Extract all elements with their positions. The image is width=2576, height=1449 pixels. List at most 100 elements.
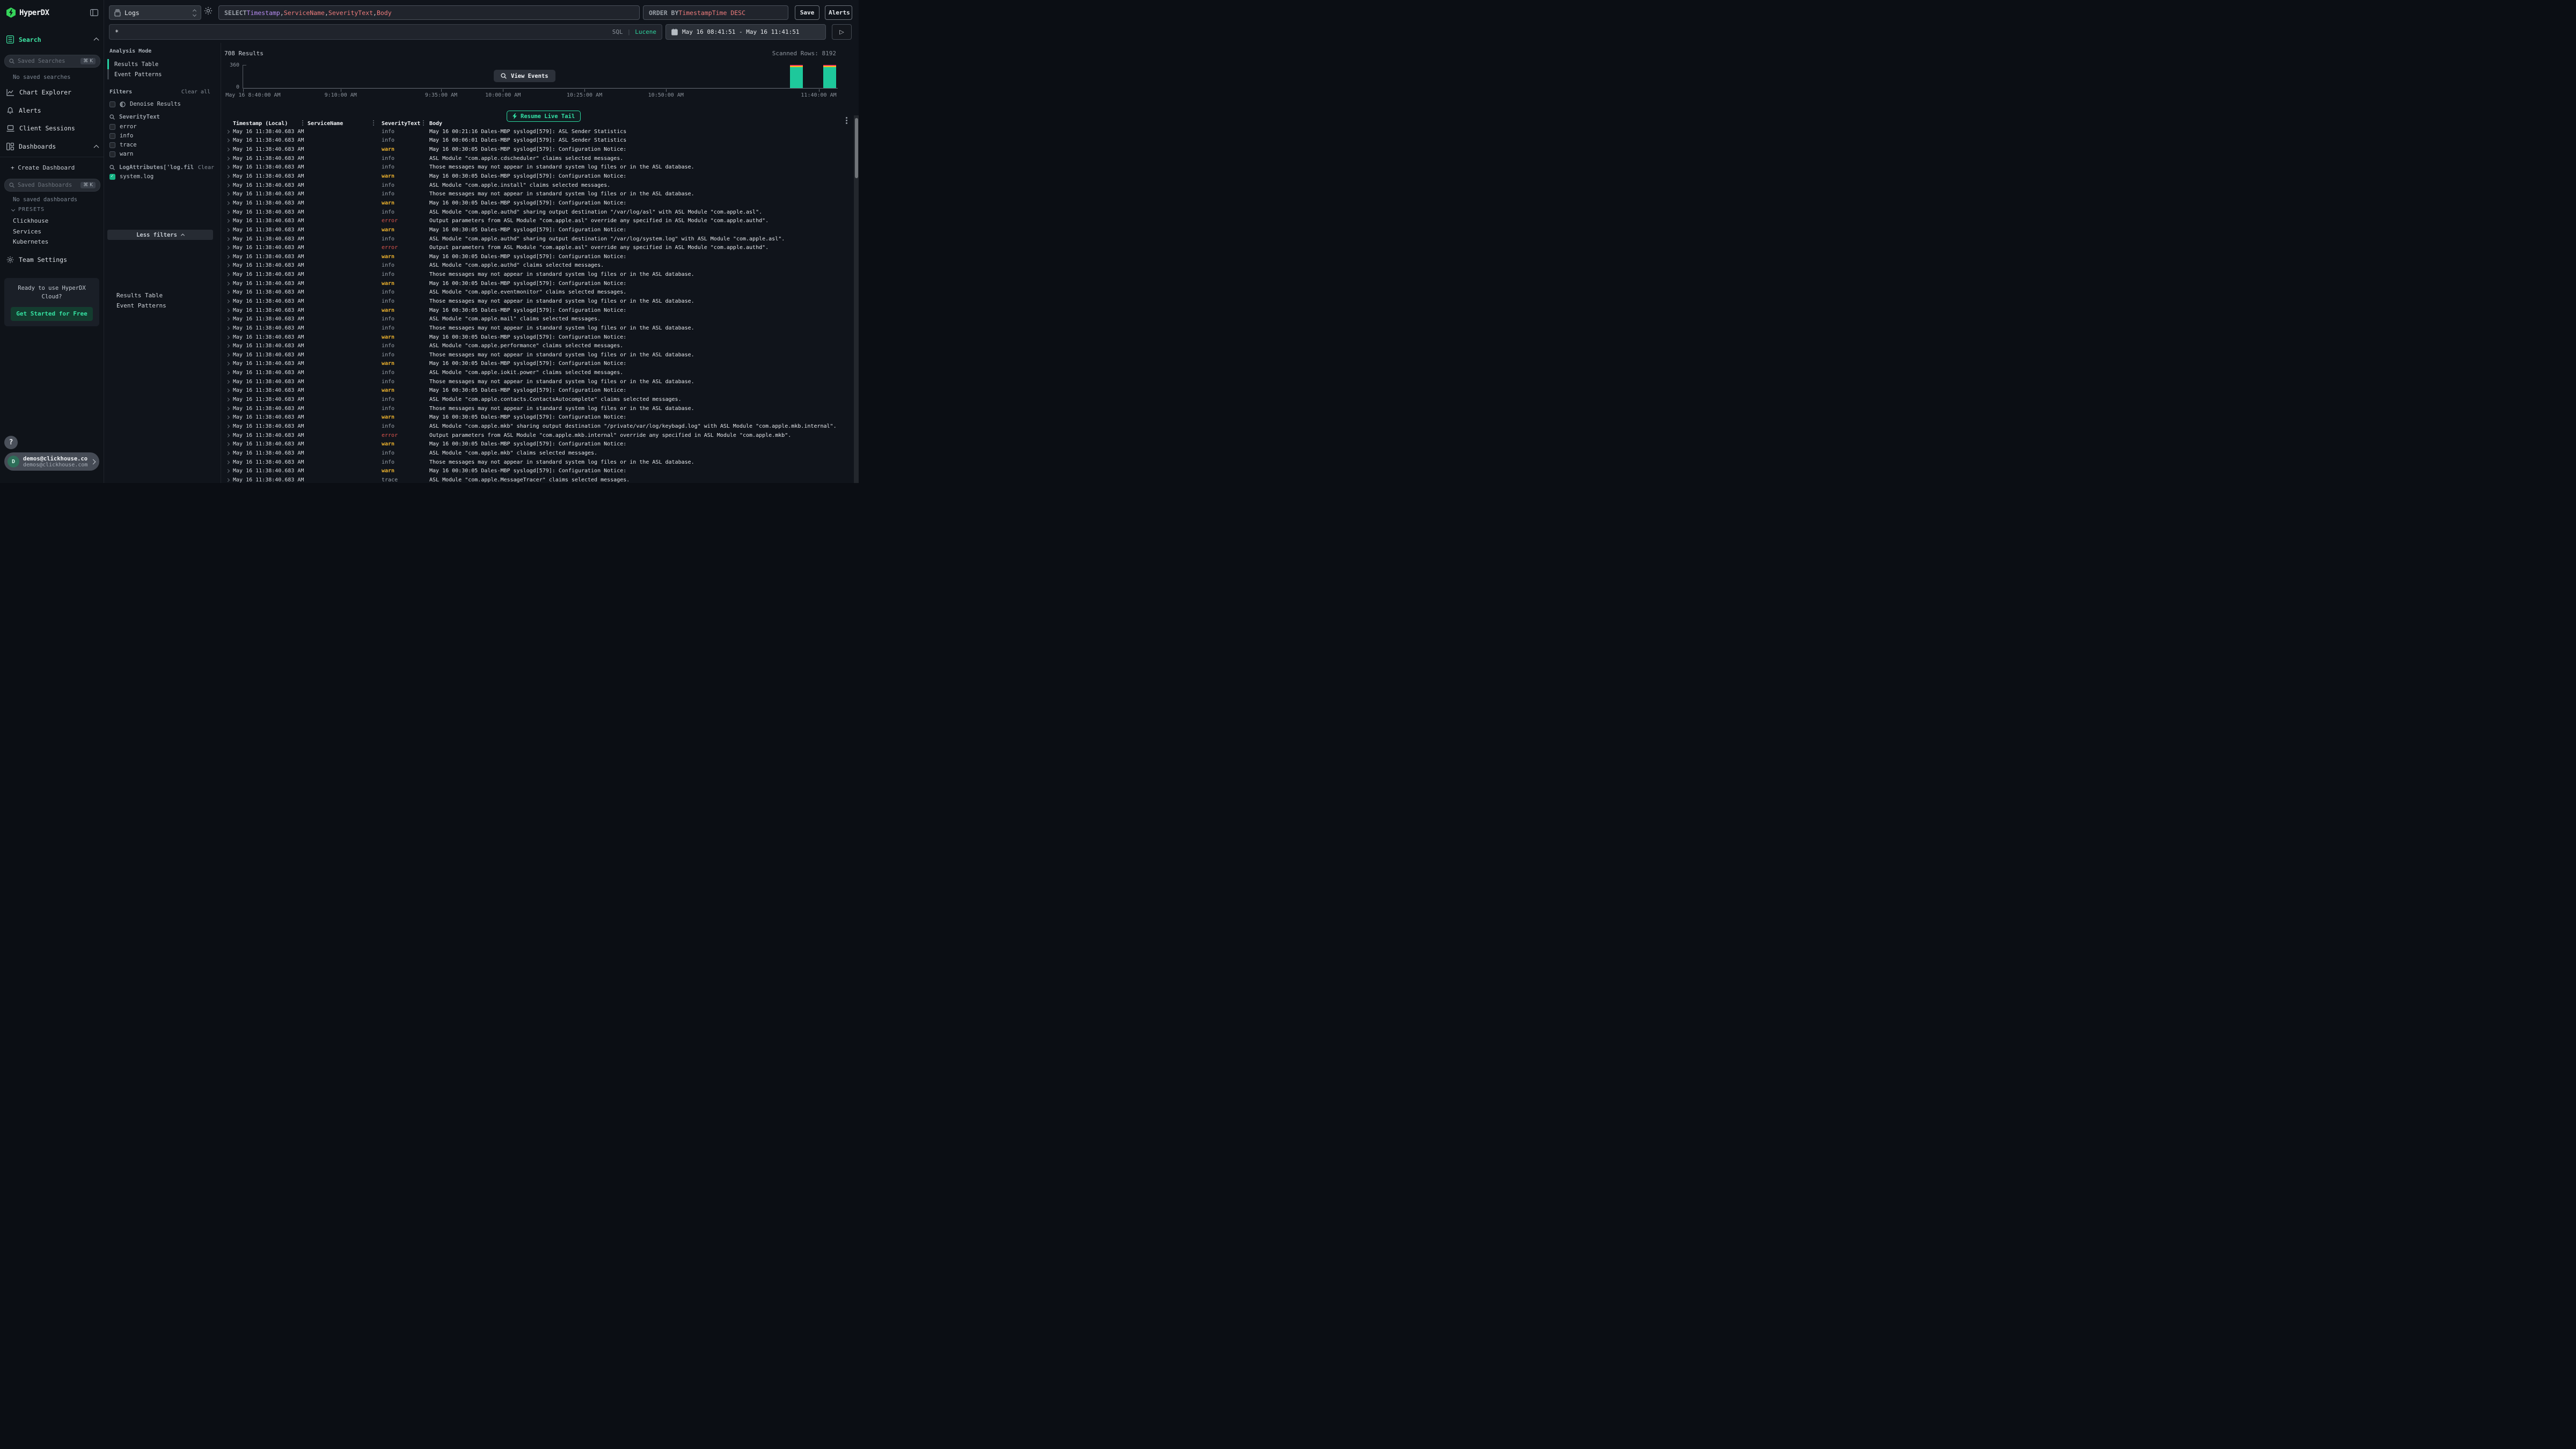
expand-row-icon[interactable] [224, 209, 233, 215]
expand-row-icon[interactable] [224, 433, 233, 438]
table-row[interactable]: May 16 11:38:40.683 AM warn May 16 00:30… [221, 225, 859, 235]
saved-searches-input[interactable]: Saved Searches ⌘ K [4, 55, 100, 68]
expand-row-icon[interactable] [224, 191, 233, 197]
expand-row-icon[interactable] [224, 352, 233, 358]
expand-row-icon[interactable] [224, 245, 233, 251]
col-timestamp[interactable]: Timestamp (Local) [233, 121, 308, 127]
query-settings-gear-icon[interactable] [204, 6, 213, 15]
logfile-group-header[interactable]: LogAttributes['log.file.nam Clear [109, 163, 214, 172]
expand-row-icon[interactable] [224, 370, 233, 376]
table-row[interactable]: May 16 11:38:40.683 AM info ASL Module "… [221, 368, 859, 377]
get-started-button[interactable]: Get Started for Free [11, 307, 93, 321]
preset-dashboard-link[interactable]: Event Patterns [116, 302, 166, 309]
expand-row-icon[interactable] [224, 477, 233, 483]
severity-group-header[interactable]: SeverityText [109, 113, 214, 121]
table-row[interactable]: May 16 11:38:40.683 AM info Those messag… [221, 324, 859, 333]
scrollbar-thumb[interactable] [855, 118, 858, 178]
clear-all-link[interactable]: Clear all [181, 89, 210, 95]
table-row[interactable]: May 16 11:38:40.683 AM warn May 16 00:30… [221, 252, 859, 261]
expand-row-icon[interactable] [224, 218, 233, 224]
chevron-up-icon[interactable] [94, 38, 99, 43]
run-query-button[interactable]: ▷ [832, 24, 852, 40]
table-row[interactable]: May 16 11:38:40.683 AM warn May 16 00:30… [221, 360, 859, 369]
preset-dashboard-link[interactable]: Services [13, 228, 41, 235]
select-columns-input[interactable]: SELECT Timestamp, ServiceName, SeverityT… [218, 5, 640, 20]
filter-option[interactable]: info [109, 131, 214, 140]
source-select[interactable]: Logs [109, 5, 201, 20]
table-row[interactable]: May 16 11:38:40.683 AM info ASL Module "… [221, 208, 859, 217]
table-row[interactable]: May 16 11:38:40.683 AM info ASL Module "… [221, 449, 859, 458]
filter-checkbox[interactable] [109, 124, 115, 130]
table-row[interactable]: May 16 11:38:40.683 AM info Those messag… [221, 270, 859, 279]
expand-row-icon[interactable] [224, 308, 233, 313]
language-toggle-sql[interactable]: SQL [612, 28, 623, 35]
table-row[interactable]: May 16 11:38:40.683 AM warn May 16 00:30… [221, 306, 859, 315]
filter-checkbox[interactable] [109, 142, 115, 148]
column-resize-handle[interactable] [302, 120, 303, 126]
expand-row-icon[interactable] [224, 316, 233, 322]
expand-row-icon[interactable] [224, 298, 233, 304]
help-button[interactable]: ? [4, 436, 18, 449]
expand-row-icon[interactable] [224, 289, 233, 295]
sidebar-collapse-icon[interactable] [90, 9, 98, 16]
analysis-mode-results-table[interactable]: Results Table [107, 59, 209, 69]
expand-row-icon[interactable] [224, 137, 233, 143]
table-scrollbar[interactable] [854, 115, 859, 483]
expand-row-icon[interactable] [224, 414, 233, 420]
expand-row-icon[interactable] [224, 379, 233, 385]
search-query-input[interactable]: * SQL | Lucene [109, 24, 662, 40]
expand-row-icon[interactable] [224, 397, 233, 402]
expand-row-icon[interactable] [224, 262, 233, 268]
table-row[interactable]: May 16 11:38:40.683 AM info May 16 00:06… [221, 136, 859, 145]
filter-checkbox[interactable] [109, 151, 115, 157]
clear-group-link[interactable]: Clear [198, 165, 214, 171]
less-filters-button[interactable]: Less filters [107, 230, 213, 240]
expand-row-icon[interactable] [224, 361, 233, 367]
table-row[interactable]: May 16 11:38:40.683 AM info ASL Module "… [221, 235, 859, 244]
chevron-up-icon[interactable] [94, 144, 99, 150]
table-row[interactable]: May 16 11:38:40.683 AM warn May 16 00:30… [221, 413, 859, 422]
expand-row-icon[interactable] [224, 423, 233, 429]
sidebar-item-alerts[interactable]: Alerts [6, 106, 98, 114]
expand-row-icon[interactable] [224, 147, 233, 152]
view-events-button[interactable]: View Events [494, 70, 555, 82]
table-row[interactable]: May 16 11:38:40.683 AM info ASL Module "… [221, 422, 859, 431]
expand-row-icon[interactable] [224, 200, 233, 206]
saved-dashboards-input[interactable]: Saved Dashboards ⌘ K [4, 179, 100, 192]
analysis-mode-event-patterns[interactable]: Event Patterns [107, 69, 209, 79]
expand-row-icon[interactable] [224, 272, 233, 277]
preset-dashboard-link[interactable]: Kubernetes [13, 238, 48, 245]
expand-row-icon[interactable] [224, 325, 233, 331]
table-row[interactable]: May 16 11:38:40.683 AM warn May 16 00:30… [221, 466, 859, 475]
table-row[interactable]: May 16 11:38:40.683 AM info Those messag… [221, 297, 859, 306]
expand-row-icon[interactable] [224, 450, 233, 456]
chart-bar[interactable] [823, 65, 836, 88]
col-body[interactable]: Body [429, 121, 859, 127]
save-button[interactable]: Save [795, 5, 819, 20]
table-options-kebab-icon[interactable] [846, 117, 847, 124]
table-row[interactable]: May 16 11:38:40.683 AM warn May 16 00:30… [221, 199, 859, 208]
expand-row-icon[interactable] [224, 227, 233, 233]
filter-option[interactable]: trace [109, 141, 214, 149]
chart-bar[interactable] [790, 65, 803, 88]
user-menu[interactable]: D demos@clickhouse.com demos@clickhouse.… [4, 452, 99, 471]
sidebar-item-team-settings[interactable]: Team Settings [6, 256, 98, 264]
table-row[interactable]: May 16 11:38:40.683 AM info Those messag… [221, 377, 859, 386]
sidebar-item-search[interactable]: Search [6, 35, 98, 43]
sidebar-item-chart-explorer[interactable]: Chart Explorer [6, 89, 98, 96]
expand-row-icon[interactable] [224, 129, 233, 135]
expand-row-icon[interactable] [224, 406, 233, 412]
table-row[interactable]: May 16 11:38:40.683 AM warn May 16 00:30… [221, 386, 859, 396]
time-range-picker[interactable]: May 16 08:41:51 - May 16 11:41:51 [665, 24, 826, 40]
filter-option[interactable]: error [109, 122, 214, 131]
col-severitytext[interactable]: SeverityText [382, 121, 429, 127]
denoise-results-option[interactable]: Denoise Results [109, 100, 214, 108]
sidebar-item-dashboards[interactable]: Dashboards [6, 143, 98, 150]
table-row[interactable]: May 16 11:38:40.683 AM info ASL Module "… [221, 314, 859, 324]
create-dashboard-button[interactable]: + Create Dashboard [11, 164, 75, 171]
preset-dashboard-link[interactable]: Clickhouse [13, 217, 48, 224]
alerts-button[interactable]: Alerts [825, 5, 852, 20]
preset-dashboard-link[interactable]: Results Table [116, 292, 163, 299]
table-row[interactable]: May 16 11:38:40.683 AM info Those messag… [221, 404, 859, 413]
table-row[interactable]: May 16 11:38:40.683 AM info ASL Module "… [221, 154, 859, 163]
